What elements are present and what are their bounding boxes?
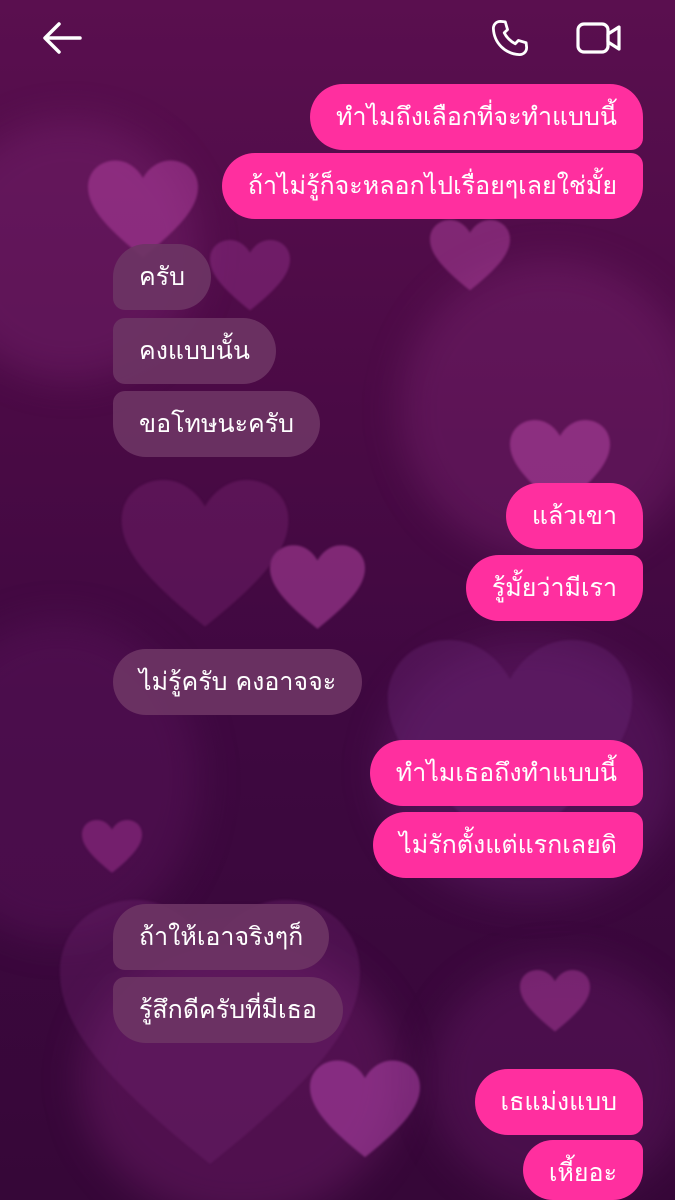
incoming-message[interactable]: รู้สึกดีครับที่มีเธอ [113,977,343,1043]
message-list: ทำไมถึงเลือกที่จะทำแบบนี้ ถ้าไม่รู้ก็จะห… [0,0,675,1200]
outgoing-message[interactable]: ถ้าไม่รู้ก็จะหลอกไปเรื่อยๆเลยใช่มั้ย [221,153,643,219]
incoming-message[interactable]: คงแบบนั้น [113,318,276,384]
outgoing-message[interactable]: แล้วเขา [505,483,643,549]
outgoing-message[interactable]: ทำไมเธอถึงทำแบบนี้ [369,740,643,806]
outgoing-message[interactable]: ทำไมถึงเลือกที่จะทำแบบนี้ [310,84,643,150]
incoming-message[interactable]: ถ้าให้เอาจริงๆก็ [113,904,330,970]
incoming-message[interactable]: ไม่รู้ครับ คงอาจจะ [113,649,363,715]
incoming-message[interactable]: ขอโทษนะครับ [113,391,321,457]
outgoing-message[interactable]: รู้มั้ยว่ามีเรา [465,555,643,621]
incoming-message[interactable]: ครับ [113,244,212,310]
outgoing-message[interactable]: เธแม่งแบบ [474,1069,643,1135]
outgoing-message[interactable]: ไม่รักตั้งแต่แรกเลยดิ [373,812,643,878]
outgoing-message[interactable]: เหี้ยอะ [522,1140,643,1200]
